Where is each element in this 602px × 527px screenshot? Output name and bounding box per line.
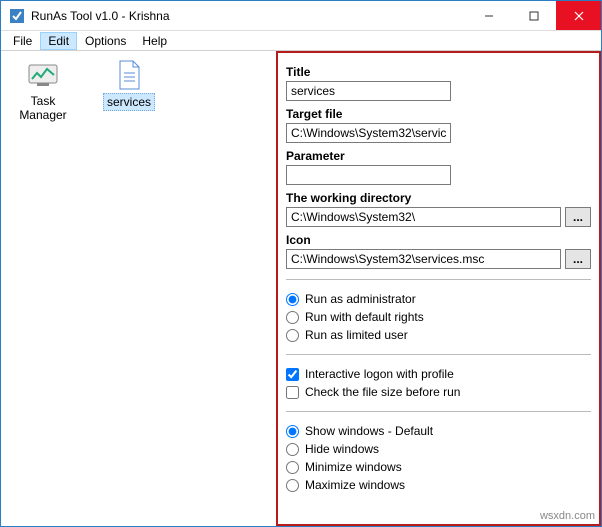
minimize-button[interactable] xyxy=(466,1,511,30)
workdir-input[interactable] xyxy=(286,207,561,227)
desktop-item-taskmanager[interactable]: Task Manager xyxy=(7,57,79,123)
radio-input[interactable] xyxy=(286,461,299,474)
radio-input[interactable] xyxy=(286,329,299,342)
option-label: Maximize windows xyxy=(305,478,405,492)
runas-default-option[interactable]: Run with default rights xyxy=(286,308,591,326)
menu-options[interactable]: Options xyxy=(77,32,134,50)
maximize-button[interactable] xyxy=(511,1,556,30)
separator xyxy=(286,354,591,355)
radio-input[interactable] xyxy=(286,311,299,324)
parameter-label: Parameter xyxy=(286,149,591,163)
interactive-logon-check[interactable]: Interactive logon with profile xyxy=(286,365,591,383)
winmode-hide-option[interactable]: Hide windows xyxy=(286,440,591,458)
target-input[interactable] xyxy=(286,123,451,143)
checkbox-input[interactable] xyxy=(286,368,299,381)
workdir-label: The working directory xyxy=(286,191,591,205)
radio-input[interactable] xyxy=(286,443,299,456)
option-label: Run as administrator xyxy=(305,292,416,306)
workdir-browse-button[interactable]: ... xyxy=(565,207,591,227)
close-button[interactable] xyxy=(556,1,601,30)
menu-file[interactable]: File xyxy=(5,32,40,50)
taskmgr-icon xyxy=(27,59,59,91)
option-label: Hide windows xyxy=(305,442,379,456)
file-icon xyxy=(113,59,145,91)
radio-input[interactable] xyxy=(286,479,299,492)
icon-browse-button[interactable]: ... xyxy=(565,249,591,269)
option-label: Run as limited user xyxy=(305,328,408,342)
desktop-item-services[interactable]: services xyxy=(93,57,165,111)
filesize-check[interactable]: Check the file size before run xyxy=(286,383,591,401)
parameter-input[interactable] xyxy=(286,165,451,185)
option-label: Check the file size before run xyxy=(305,385,460,399)
desktop-item-label: services xyxy=(103,93,155,111)
watermark: wsxdn.com xyxy=(540,510,595,522)
menu-help[interactable]: Help xyxy=(134,32,175,50)
icon-label: Icon xyxy=(286,233,591,247)
menu-edit[interactable]: Edit xyxy=(40,32,77,50)
app-window: RunAs Tool v1.0 - Krishna File Edit Opti… xyxy=(0,0,602,527)
option-label: Interactive logon with profile xyxy=(305,367,454,381)
checkbox-input[interactable] xyxy=(286,386,299,399)
desktop-item-label: Task Manager xyxy=(7,93,79,123)
target-label: Target file xyxy=(286,107,591,121)
winmode-show-option[interactable]: Show windows - Default xyxy=(286,422,591,440)
window-buttons xyxy=(466,1,601,30)
title-input[interactable] xyxy=(286,81,451,101)
runas-admin-option[interactable]: Run as administrator xyxy=(286,290,591,308)
icon-input[interactable] xyxy=(286,249,561,269)
titlebar: RunAs Tool v1.0 - Krishna xyxy=(1,1,601,31)
option-label: Minimize windows xyxy=(305,460,402,474)
properties-panel: Title Target file Parameter The working … xyxy=(276,51,601,526)
option-label: Show windows - Default xyxy=(305,424,433,438)
shortcut-pane: Task Manager services xyxy=(1,51,276,526)
menubar: File Edit Options Help xyxy=(1,31,601,51)
window-title: RunAs Tool v1.0 - Krishna xyxy=(31,9,466,23)
separator xyxy=(286,411,591,412)
app-icon xyxy=(9,8,25,24)
runas-limited-option[interactable]: Run as limited user xyxy=(286,326,591,344)
separator xyxy=(286,279,591,280)
title-label: Title xyxy=(286,65,591,79)
radio-input[interactable] xyxy=(286,293,299,306)
winmode-max-option[interactable]: Maximize windows xyxy=(286,476,591,494)
option-label: Run with default rights xyxy=(305,310,424,324)
winmode-min-option[interactable]: Minimize windows xyxy=(286,458,591,476)
radio-input[interactable] xyxy=(286,425,299,438)
